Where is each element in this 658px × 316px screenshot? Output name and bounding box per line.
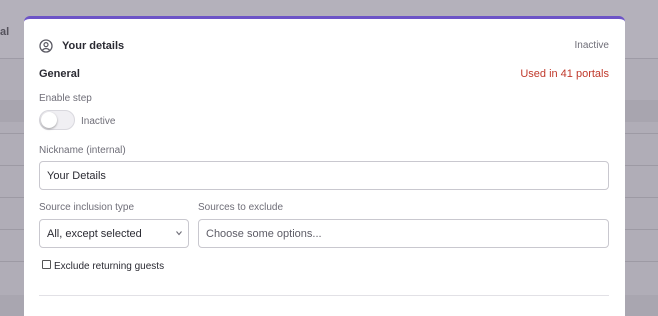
sources-exclude-label: Sources to exclude <box>198 202 284 213</box>
nickname-value: Your Details <box>47 170 106 182</box>
source-inclusion-label: Source inclusion type <box>39 202 135 213</box>
toggle-knob <box>41 112 57 128</box>
chevron-down-icon <box>176 231 182 236</box>
sources-exclude-placeholder: Choose some options... <box>206 228 322 240</box>
source-inclusion-value: All, except selected <box>47 228 142 240</box>
enable-step-label: Enable step <box>39 93 92 104</box>
modal-header: Your details Inactive <box>39 39 609 57</box>
toggle-state-text: Inactive <box>81 116 116 127</box>
exclude-returning-checkbox[interactable] <box>42 260 51 269</box>
exclude-returning-label[interactable]: Exclude returning guests <box>54 261 164 272</box>
sources-exclude-multiselect[interactable]: Choose some options... <box>198 219 609 248</box>
source-inclusion-select[interactable]: All, except selected <box>39 219 189 248</box>
step-details-modal: Your details Inactive General Used in 41… <box>24 16 625 316</box>
nickname-label: Nickname (internal) <box>39 145 126 156</box>
nickname-input[interactable]: Your Details <box>39 161 609 190</box>
step-status: Inactive <box>574 40 609 51</box>
section-divider <box>39 295 609 296</box>
background-breadcrumb: al <box>0 26 10 38</box>
usage-count[interactable]: Used in 41 portals <box>520 68 609 80</box>
enable-step-toggle[interactable] <box>39 110 75 130</box>
modal-title: Your details <box>62 40 125 52</box>
user-circle-icon <box>39 39 53 53</box>
section-title: General <box>39 68 80 80</box>
